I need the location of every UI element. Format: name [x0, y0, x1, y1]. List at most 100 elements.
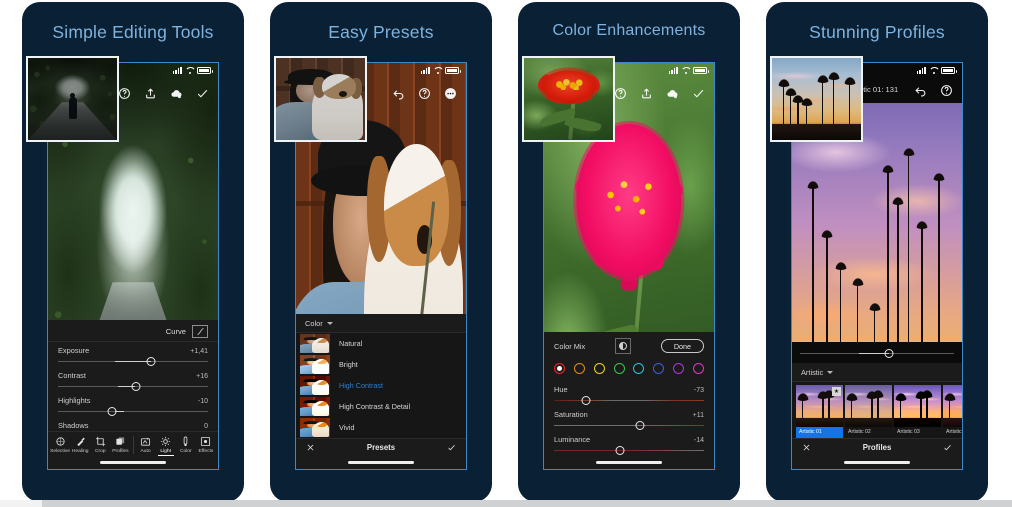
chevron-down-icon	[326, 322, 333, 325]
cellular-signal-icon	[916, 66, 926, 74]
tool-selective[interactable]: Selective	[50, 436, 70, 454]
list-item[interactable]: High Contrast & Detail	[296, 396, 466, 417]
card-4-headline: Stunning Profiles	[809, 22, 945, 42]
tool-auto[interactable]: Auto	[136, 436, 156, 454]
undo-icon[interactable]	[392, 87, 405, 100]
crop-icon	[95, 436, 106, 447]
before-thumbnail-1	[26, 56, 119, 142]
tool-effects[interactable]: Effects	[196, 436, 216, 454]
rail-divider	[132, 436, 134, 454]
swatch-yellow[interactable]	[593, 363, 605, 374]
tool-color[interactable]: Color	[176, 436, 196, 454]
swatch-red[interactable]	[554, 363, 565, 374]
list-item[interactable]: Vivid	[296, 417, 466, 438]
check-icon[interactable]	[447, 443, 456, 452]
slider-label: Exposure	[58, 346, 90, 355]
profile-thumbnail	[845, 384, 892, 427]
target-adjust-icon[interactable]	[615, 338, 632, 354]
cloud-icon[interactable]	[170, 87, 183, 100]
list-item[interactable]: ★ Artistic 01	[796, 384, 843, 438]
tool-label: Light	[160, 449, 171, 454]
swatch-aqua[interactable]	[633, 363, 645, 374]
list-item[interactable]: Artistic 03	[894, 384, 941, 438]
light-icon	[160, 436, 171, 447]
action-bar-title: Presets	[366, 443, 396, 452]
curve-label: Curve	[165, 327, 186, 336]
presets-action-bar: Presets	[296, 438, 466, 456]
card-3-headline: Color Enhancements	[552, 22, 706, 39]
profile-name: Artistic 04	[943, 426, 962, 438]
light-adjust-panel: Curve Exposure +1,41 Contrast +16 Highligh…	[48, 320, 218, 469]
wifi-icon	[929, 66, 938, 74]
slider-value: 0	[204, 423, 208, 430]
swatch-magenta[interactable]	[692, 363, 704, 374]
swatch-purple[interactable]	[673, 363, 685, 374]
tool-light[interactable]: Light	[156, 436, 176, 454]
swatch-blue[interactable]	[653, 363, 665, 374]
home-indicator	[544, 456, 714, 469]
status-bar-2	[420, 66, 461, 74]
swatch-orange[interactable]	[573, 363, 585, 374]
swatch-green[interactable]	[613, 363, 625, 374]
tool-rail: Selective Healing Crop Profiles Auto Lig…	[48, 431, 218, 456]
card-2-headline: Easy Presets	[328, 22, 434, 42]
color-mix-header: Color Mix Done	[544, 332, 714, 358]
healing-brush-icon	[75, 436, 86, 447]
preset-name: Natural	[339, 339, 363, 348]
profile-filmstrip[interactable]: ★ Artistic 01 Artistic 02 Artistic 03 Ar…	[792, 381, 962, 438]
list-item[interactable]: Artistic 04	[943, 384, 962, 438]
slider-luminance[interactable]: Luminance -14	[544, 431, 714, 456]
battery-icon	[941, 66, 957, 74]
check-icon[interactable]	[196, 87, 209, 100]
battery-icon	[445, 66, 461, 74]
profile-group-selector[interactable]: Artistic	[792, 363, 962, 382]
slider-shadows[interactable]: Shadows 0	[48, 417, 218, 431]
help-icon[interactable]	[940, 84, 953, 97]
tool-profiles[interactable]: Profiles	[110, 436, 130, 454]
slider-hue[interactable]: Hue -73	[544, 381, 714, 406]
check-icon[interactable]	[692, 87, 705, 100]
list-item[interactable]: Artistic 02	[845, 384, 892, 438]
home-indicator	[296, 456, 466, 469]
share-icon[interactable]	[640, 87, 653, 100]
profile-thumbnail	[894, 384, 941, 427]
more-icon[interactable]	[444, 87, 457, 100]
slider-profile-amount[interactable]	[792, 341, 962, 363]
slider-label: Contrast	[58, 371, 86, 380]
preset-thumbnail	[300, 355, 330, 374]
curve-icon[interactable]	[192, 325, 208, 338]
cellular-signal-icon	[420, 66, 430, 74]
profile-name: Artistic 03	[894, 426, 941, 438]
slider-label: Luminance	[554, 435, 591, 444]
before-thumbnail-4	[770, 56, 863, 142]
cloud-icon[interactable]	[666, 87, 679, 100]
help-icon[interactable]	[418, 87, 431, 100]
star-icon[interactable]: ★	[832, 386, 841, 396]
tool-healing[interactable]: Healing	[70, 436, 90, 454]
close-icon[interactable]	[306, 443, 315, 452]
undo-icon[interactable]	[914, 84, 927, 97]
list-item[interactable]: High Contrast	[296, 375, 466, 396]
color-icon	[180, 436, 191, 447]
before-thumbnail-3	[522, 56, 615, 142]
cellular-signal-icon	[172, 66, 182, 74]
status-bar-1	[172, 66, 213, 74]
slider-saturation[interactable]: Saturation +11	[544, 406, 714, 431]
slider-contrast[interactable]: Contrast +16	[48, 367, 218, 392]
curve-row[interactable]: Curve	[48, 320, 218, 342]
help-icon[interactable]	[614, 87, 627, 100]
tool-crop[interactable]: Crop	[90, 436, 110, 454]
close-icon[interactable]	[802, 443, 811, 452]
help-icon[interactable]	[118, 87, 131, 100]
check-icon[interactable]	[943, 443, 952, 452]
done-button[interactable]: Done	[660, 339, 704, 353]
slider-label: Hue	[554, 385, 568, 394]
list-item[interactable]: Natural	[296, 333, 466, 354]
preset-thumbnail	[300, 376, 330, 395]
share-icon[interactable]	[144, 87, 157, 100]
preset-group-selector[interactable]: Color	[296, 314, 466, 333]
slider-highlights[interactable]: Highlights -10	[48, 392, 218, 417]
slider-exposure[interactable]: Exposure +1,41	[48, 342, 218, 367]
list-item[interactable]: Bright	[296, 354, 466, 375]
profiles-action-bar: Profiles	[792, 438, 962, 456]
